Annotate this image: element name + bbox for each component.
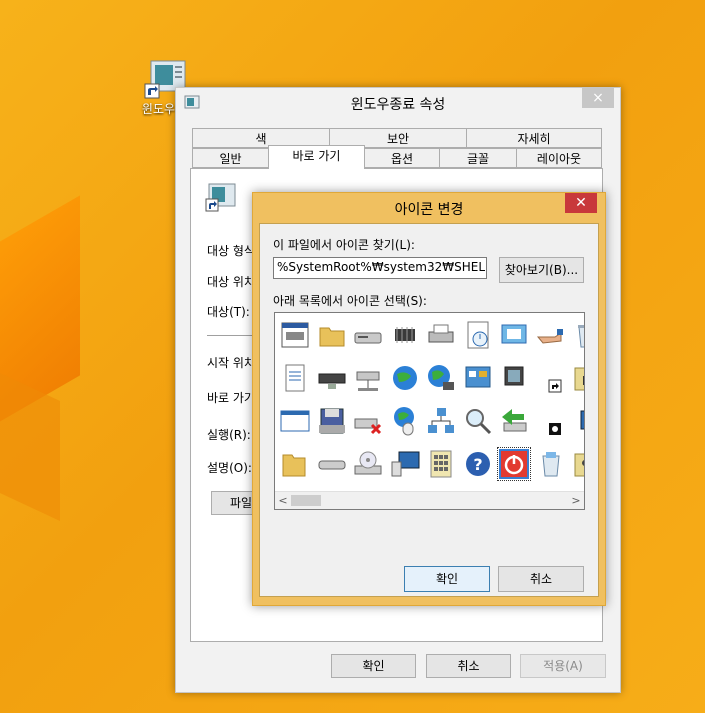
floppy-icon[interactable] xyxy=(316,405,348,437)
cancel-button[interactable]: 취소 xyxy=(498,566,584,592)
tab-font[interactable]: 글꼴 xyxy=(439,148,517,168)
ok-button[interactable]: 확인 xyxy=(331,654,416,678)
clock-doc-icon[interactable] xyxy=(462,319,494,351)
server-icon[interactable] xyxy=(352,362,384,394)
document-icon[interactable] xyxy=(279,362,311,394)
scroll-thumb[interactable] xyxy=(291,495,321,506)
comment-label: 설명(O): xyxy=(207,461,252,475)
display-settings-icon[interactable] xyxy=(498,319,530,351)
icon-list-label: 아래 목록에서 아이콘 선택(S): xyxy=(273,294,427,308)
close-icon: ✕ xyxy=(575,195,587,211)
drive-icon[interactable] xyxy=(352,319,384,351)
folder-icon[interactable] xyxy=(316,319,348,351)
browse-button[interactable]: 찾아보기(B)... xyxy=(499,257,584,283)
cd-drive-icon[interactable] xyxy=(352,448,384,480)
close-button[interactable]: × xyxy=(582,88,614,108)
close-button[interactable]: ✕ xyxy=(565,193,597,213)
window-blank-icon[interactable] xyxy=(279,405,311,437)
shortcut-key-label: 바로 가기 xyxy=(207,391,255,405)
control-panel-icon[interactable] xyxy=(462,362,494,394)
properties-titlebar[interactable]: 윈도우종료 속성 × xyxy=(176,88,620,118)
tab-options[interactable]: 옵션 xyxy=(364,148,440,168)
key-folder-icon[interactable] xyxy=(571,448,584,480)
ok-button[interactable]: 확인 xyxy=(404,566,490,592)
folder-open-icon[interactable] xyxy=(279,448,311,480)
monitor-icon[interactable] xyxy=(498,362,530,394)
recycle-bin-full-icon[interactable] xyxy=(535,448,567,480)
tab-shortcut[interactable]: 바로 가기 xyxy=(268,145,365,169)
target-location-label: 대상 위치 xyxy=(207,275,255,289)
run-label: 실행(R): xyxy=(207,428,251,442)
network-drive-icon[interactable] xyxy=(316,362,348,394)
power-icon[interactable] xyxy=(497,447,531,481)
horizontal-scrollbar[interactable]: < > xyxy=(275,491,584,509)
recycle-bin-icon[interactable] xyxy=(571,319,584,351)
svg-text:?: ? xyxy=(473,455,482,474)
drive-flat-icon[interactable] xyxy=(316,448,348,480)
chip-icon[interactable] xyxy=(389,319,421,351)
apply-button[interactable]: 적용(A) xyxy=(520,654,606,678)
lock-folder-icon[interactable] xyxy=(571,362,584,394)
target-type-label: 대상 형식 xyxy=(207,244,255,258)
calculator-icon[interactable] xyxy=(425,448,457,480)
change-icon-body: 이 파일에서 아이콘 찾기(L): %SystemRoot%₩system32₩… xyxy=(259,223,599,597)
target-label: 대상(T): xyxy=(207,305,250,319)
window-app-icon[interactable] xyxy=(279,319,311,351)
share-green-arrow-icon[interactable] xyxy=(498,405,530,437)
shortcut-overlay-icon[interactable] xyxy=(535,362,567,394)
search-icon[interactable] xyxy=(462,405,494,437)
globe-network-icon[interactable] xyxy=(425,362,457,394)
icon-list[interactable]: ? < > xyxy=(274,312,585,510)
icon-file-path-input[interactable]: %SystemRoot%₩system32₩SHELL32.dll xyxy=(273,257,487,279)
help-icon[interactable]: ? xyxy=(462,448,494,480)
drive-x-icon[interactable] xyxy=(352,405,384,437)
tab-general[interactable]: 일반 xyxy=(192,148,269,168)
shortcut-file-icon xyxy=(205,183,237,213)
cancel-button[interactable]: 취소 xyxy=(426,654,511,678)
tab-layout[interactable]: 레이아웃 xyxy=(516,148,602,168)
blue-screen-icon[interactable] xyxy=(571,405,584,437)
printer-icon[interactable] xyxy=(425,319,457,351)
divider xyxy=(207,335,257,336)
scroll-left-arrow-icon[interactable]: < xyxy=(275,492,291,509)
scroll-right-arrow-icon[interactable]: > xyxy=(568,492,584,509)
search-file-label: 이 파일에서 아이콘 찾기(L): xyxy=(273,238,415,252)
black-overlay-icon[interactable] xyxy=(535,405,567,437)
close-icon: × xyxy=(592,90,604,106)
start-in-label: 시작 위치 xyxy=(207,356,255,370)
globe-mouse-icon[interactable] xyxy=(389,405,421,437)
change-icon-title: 아이콘 변경 xyxy=(394,202,464,218)
change-icon-dialog: 아이콘 변경 ✕ 이 파일에서 아이콘 찾기(L): %SystemRoot%₩… xyxy=(252,192,606,606)
hand-share-icon[interactable] xyxy=(535,319,567,351)
globe-icon[interactable] xyxy=(389,362,421,394)
network-icon[interactable] xyxy=(425,405,457,437)
change-icon-titlebar[interactable]: 아이콘 변경 ✕ xyxy=(253,193,605,223)
tab-details[interactable]: 자세히 xyxy=(466,128,602,148)
properties-title: 윈도우종료 속성 xyxy=(350,97,446,113)
computer-icon[interactable] xyxy=(389,448,421,480)
